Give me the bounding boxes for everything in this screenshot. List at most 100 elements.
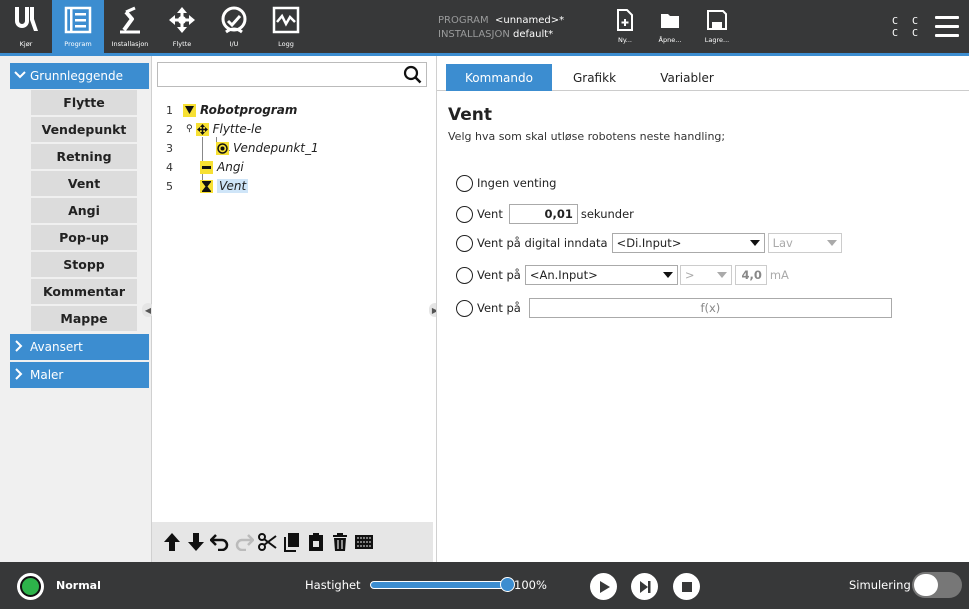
option-no-wait[interactable]: Ingen venting [456, 173, 556, 193]
tree-node-text: Flytte-le [212, 122, 262, 136]
tree-node-text: Angi [217, 160, 244, 174]
stop-icon [681, 581, 692, 592]
digital-input-dropdown[interactable]: <Di.Input> [611, 233, 765, 253]
radio-no-wait[interactable] [456, 174, 473, 192]
analog-input-dropdown[interactable]: <An.Input> [524, 265, 678, 285]
stop-button[interactable] [673, 573, 700, 600]
tree-node-3[interactable]: 3 Vendepunkt_1 [152, 139, 433, 157]
step-button[interactable] [631, 573, 658, 600]
program-label: PROGRAM [438, 15, 489, 26]
basic-item-comment[interactable]: Kommentar [31, 279, 137, 305]
move-icon [195, 122, 209, 136]
analog-operator-value: > [684, 268, 695, 282]
nav-program[interactable]: Program [52, 0, 104, 53]
tab-variables[interactable]: Variabler [637, 64, 737, 91]
category-advanced[interactable]: Avansert [10, 334, 149, 360]
basic-item-move[interactable]: Flytte [31, 90, 137, 116]
tree-search-input[interactable] [157, 62, 427, 87]
basic-item-set[interactable]: Angi [31, 198, 137, 224]
io-icon [208, 3, 260, 37]
copy-button[interactable] [280, 529, 303, 555]
new-program-button[interactable]: Ny... [606, 6, 644, 51]
cc-indicator[interactable]: C C C C [892, 16, 922, 40]
radio-wait-analog[interactable] [456, 266, 473, 284]
tree-node-label: Robotprogram [183, 103, 297, 117]
tab-graphics-label: Grafikk [572, 70, 617, 85]
category-basic[interactable]: Grunnleggende [10, 63, 149, 89]
analog-operator-dropdown[interactable]: > [679, 265, 732, 285]
tree-node-text-selected: Vent [217, 179, 249, 193]
basic-item-direction[interactable]: Retning [31, 144, 137, 170]
nav-run[interactable]: Kjør [0, 0, 52, 53]
tree-node-label: Angi [200, 160, 244, 174]
redo-icon [235, 534, 254, 551]
tab-graphics[interactable]: Grafikk [552, 64, 637, 91]
basic-item-wait[interactable]: Vent [31, 171, 137, 197]
tree-node-5[interactable]: 5 Vent [152, 177, 433, 195]
basic-item-label: Stopp [63, 257, 105, 272]
cut-button[interactable] [256, 529, 279, 555]
program-info: PROGRAM <unnamed>* INSTALLASJON default* [438, 14, 564, 42]
simulation-toggle[interactable] [912, 572, 962, 598]
nav-installation[interactable]: Installasjon [104, 0, 156, 53]
wait-unit-label: sekunder [580, 207, 634, 221]
speed-slider[interactable] [370, 581, 507, 589]
tree-node-2[interactable]: 2 ⚲ Flytte-le [152, 120, 433, 138]
redo-button[interactable] [232, 529, 255, 555]
digital-level-dropdown[interactable]: Lav [767, 233, 842, 253]
tab-command[interactable]: Kommando [446, 64, 552, 91]
suppress-button[interactable] [352, 529, 375, 555]
nav-move[interactable]: Flytte [156, 0, 208, 53]
option-wait-digital[interactable]: Vent på digital inndata <Di.Input> Lav [456, 233, 842, 253]
save-program-button[interactable]: Lagre... [698, 6, 736, 51]
open-program-button[interactable]: Åpne... [651, 6, 689, 51]
program-icon [52, 3, 104, 37]
basic-item-label: Retning [56, 149, 112, 164]
tree-node-4[interactable]: 4 Angi [152, 158, 433, 176]
undo-button[interactable] [208, 529, 231, 555]
search-icon[interactable] [402, 64, 424, 86]
tree-node-1[interactable]: 1 Robotprogram [152, 101, 433, 119]
nav-log[interactable]: Logg [260, 0, 312, 53]
analog-value-field[interactable]: 4,0 [734, 265, 767, 285]
paste-button[interactable] [304, 529, 327, 555]
ur-logo-icon [0, 3, 52, 37]
tab-command-label: Kommando [465, 70, 533, 85]
footer-bar: Normal Hastighet 100% Simulering [0, 562, 969, 609]
tab-bar: Kommando Grafikk Variabler [437, 64, 969, 91]
category-templates[interactable]: Maler [10, 362, 149, 388]
expression-field[interactable]: f(x) [528, 298, 892, 318]
basic-item-halt[interactable]: Stopp [31, 252, 137, 278]
basic-item-popup[interactable]: Pop-up [31, 225, 137, 251]
save-program-label: Lagre... [704, 36, 730, 44]
move-icon [156, 3, 208, 37]
tree-line-number: 2 [166, 122, 173, 136]
option-wait-expression[interactable]: Vent på f(x) [456, 298, 892, 318]
move-down-button[interactable] [184, 529, 207, 555]
chevron-down-icon [826, 240, 837, 246]
power-status-button[interactable] [17, 573, 44, 600]
play-button[interactable] [590, 573, 617, 600]
new-file-icon [614, 6, 636, 34]
command-category-panel: Grunnleggende Flytte Vendepunkt Retning … [0, 56, 152, 562]
toggle-knob [914, 574, 938, 596]
option-wait-time[interactable]: Vent 0,01 sekunder [456, 204, 634, 224]
radio-wait-digital[interactable] [456, 234, 473, 252]
basic-item-folder[interactable]: Mappe [31, 306, 137, 332]
radio-wait-time[interactable] [456, 205, 473, 223]
cc-row-1: C C [892, 16, 923, 27]
radio-wait-expression[interactable] [456, 299, 473, 317]
option-wait-analog[interactable]: Vent på <An.Input> > 4,0 mA [456, 265, 789, 285]
hourglass-icon [200, 179, 213, 193]
basic-item-waypoint[interactable]: Vendepunkt [31, 117, 137, 143]
nav-run-label: Kjør [19, 40, 33, 48]
wait-seconds-field[interactable]: 0,01 [508, 204, 578, 224]
delete-button[interactable] [328, 529, 351, 555]
speed-slider-handle[interactable] [500, 577, 515, 592]
step-icon [639, 580, 650, 593]
move-up-button[interactable] [160, 529, 183, 555]
basic-item-label: Kommentar [42, 284, 126, 299]
nav-log-label: Logg [278, 40, 294, 48]
hamburger-menu-icon[interactable] [935, 16, 959, 38]
nav-io[interactable]: I/U [208, 0, 260, 53]
